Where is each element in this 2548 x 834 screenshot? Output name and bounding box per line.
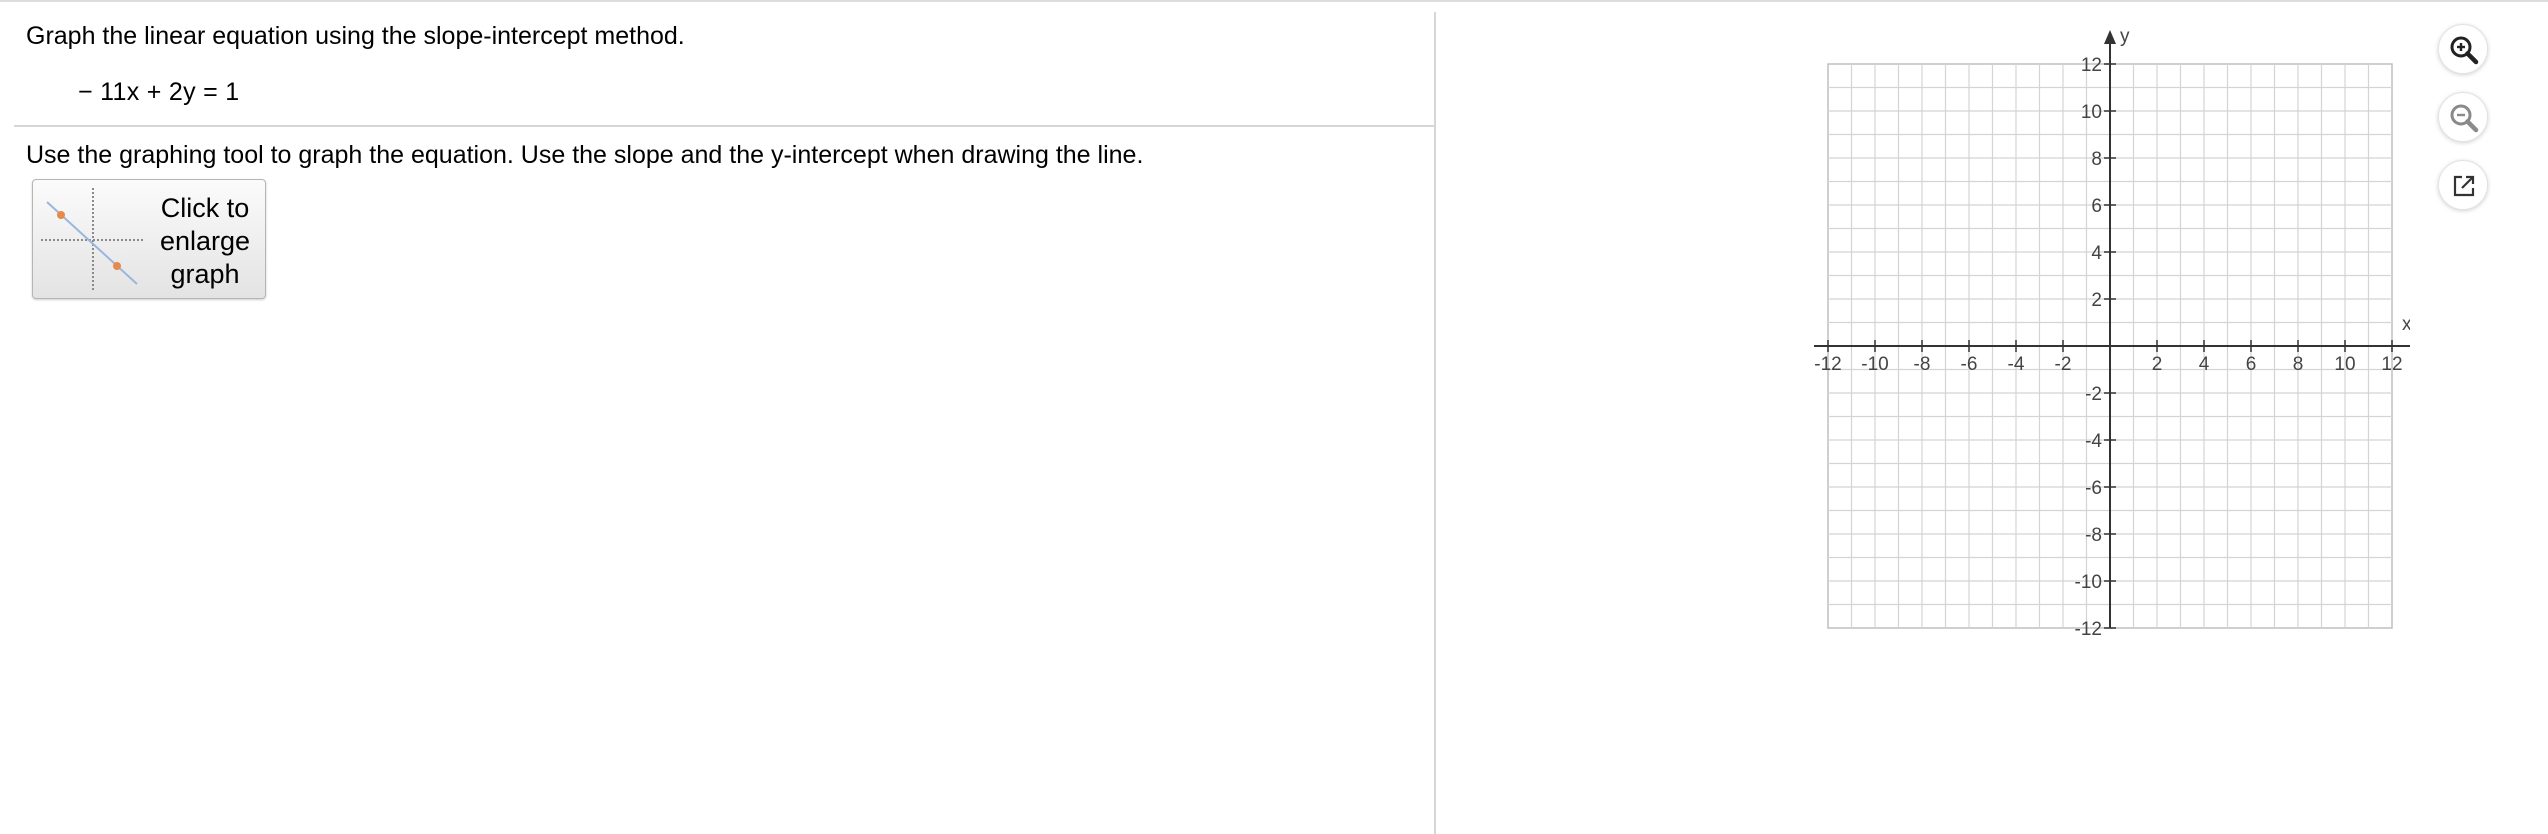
y-axis-arrow (2104, 30, 2116, 44)
y-tick-label: 6 (2091, 196, 2102, 217)
equation: − 11x + 2y = 1 (78, 78, 240, 106)
x-tick-label: 10 (2334, 354, 2355, 375)
x-tick-label: -12 (1814, 354, 1841, 375)
x-tick-label: -6 (1961, 354, 1978, 375)
y-axis-label: y (2120, 26, 2130, 47)
graph-ticks: -12 -10 -8 -6 -4 -2 2 4 6 8 10 12 12 10 8 6 4 2 -2 -4 -6 -8 -1… (1814, 55, 2402, 640)
y-tick-label: 12 (2081, 55, 2102, 76)
separator (14, 125, 1434, 127)
zoom-in-icon (2450, 36, 2479, 65)
y-tick-label: 10 (2081, 102, 2102, 123)
x-tick-label: 12 (2381, 354, 2402, 375)
graph-axes (1814, 30, 2410, 628)
x-axis-label: x (2402, 314, 2410, 335)
y-tick-label: -6 (2085, 478, 2102, 499)
y-tick-label: -4 (2085, 431, 2102, 452)
zoom-out-button[interactable] (2438, 92, 2488, 142)
question-prompt: Graph the linear equation using the slop… (26, 22, 685, 50)
y-tick-label: -10 (2075, 572, 2102, 593)
x-tick-label: 2 (2152, 354, 2163, 375)
x-tick-label: 8 (2293, 354, 2304, 375)
graph-thumbnail-icon (41, 188, 145, 292)
y-tick-label: 2 (2091, 290, 2102, 311)
y-tick-label: -12 (2075, 619, 2102, 640)
pop-out-icon (2453, 175, 2475, 197)
y-tick-label: 4 (2091, 243, 2102, 264)
y-tick-label: -2 (2085, 384, 2102, 405)
enlarge-graph-label: Click to enlarge graph (159, 193, 251, 289)
x-tick-label: 4 (2199, 354, 2210, 375)
zoom-in-button[interactable] (2438, 24, 2488, 74)
coordinate-graph[interactable]: -12 -10 -8 -6 -4 -2 2 4 6 8 10 12 12 10 8 6 4 2 -2 -4 -6 -8 -1… (1790, 20, 2410, 640)
pane-divider (1434, 12, 1436, 834)
x-tick-label: -8 (1914, 354, 1931, 375)
x-tick-label: -2 (2055, 354, 2072, 375)
x-tick-label: -10 (1861, 354, 1888, 375)
question-pane: Graph the linear equation using the slop… (0, 0, 1434, 834)
pop-out-button[interactable] (2438, 160, 2488, 210)
x-tick-label: -4 (2008, 354, 2025, 375)
enlarge-graph-button[interactable]: Click to enlarge graph (32, 179, 266, 299)
y-tick-label: 8 (2091, 149, 2102, 170)
instruction-text: Use the graphing tool to graph the equat… (26, 141, 1144, 169)
y-tick-label: -8 (2085, 525, 2102, 546)
x-tick-label: 6 (2246, 354, 2257, 375)
zoom-out-icon (2450, 104, 2479, 133)
